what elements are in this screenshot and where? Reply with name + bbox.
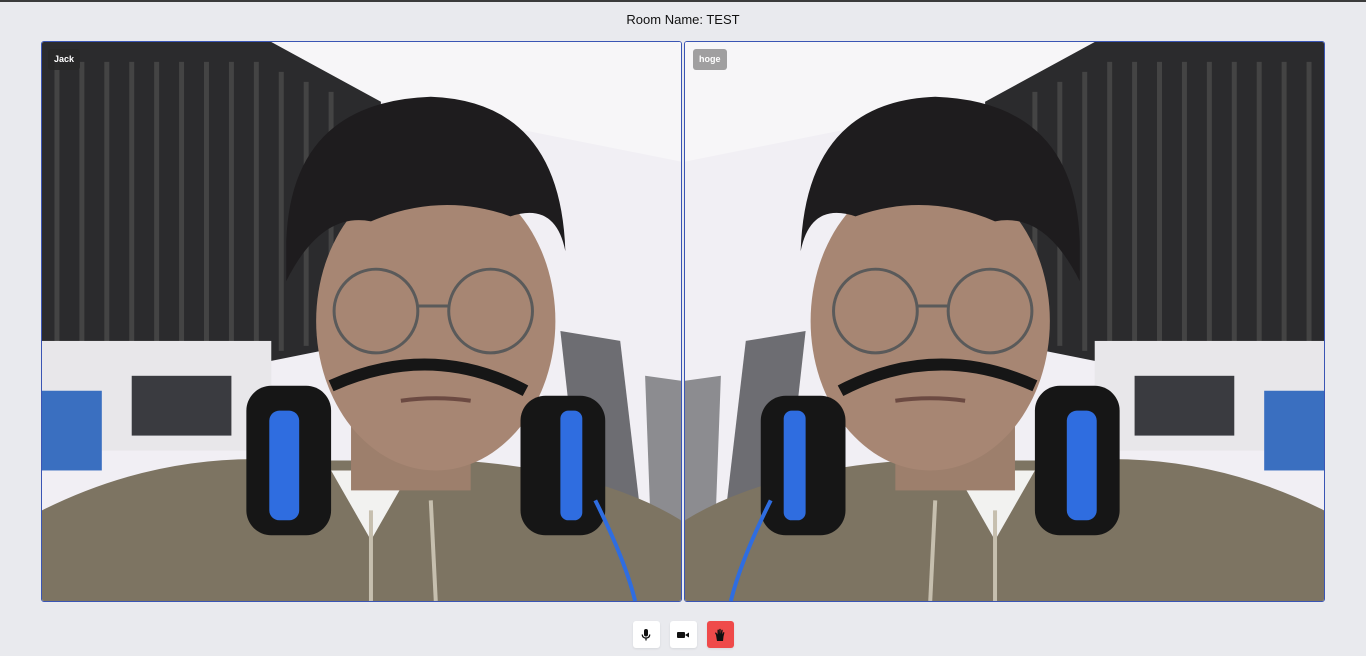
- video-camera-icon: [676, 628, 690, 642]
- raise-hand-button[interactable]: [706, 621, 734, 648]
- participant-video: [42, 42, 681, 601]
- microphone-icon: [639, 628, 653, 642]
- participant-video: [685, 42, 1324, 601]
- raise-hand-icon: [713, 628, 727, 642]
- call-controls: [0, 621, 1366, 648]
- participant-name-tag: hoge: [693, 49, 727, 70]
- video-tile-jack[interactable]: Jack: [41, 41, 682, 602]
- room-title: Room Name: TEST: [626, 12, 740, 27]
- video-tile-hoge[interactable]: hoge: [684, 41, 1325, 602]
- mute-button[interactable]: [632, 621, 660, 648]
- top-border: [0, 0, 1366, 2]
- video-grid: Jack hoge: [41, 41, 1325, 602]
- camera-button[interactable]: [669, 621, 697, 648]
- participant-name-tag: Jack: [48, 49, 81, 70]
